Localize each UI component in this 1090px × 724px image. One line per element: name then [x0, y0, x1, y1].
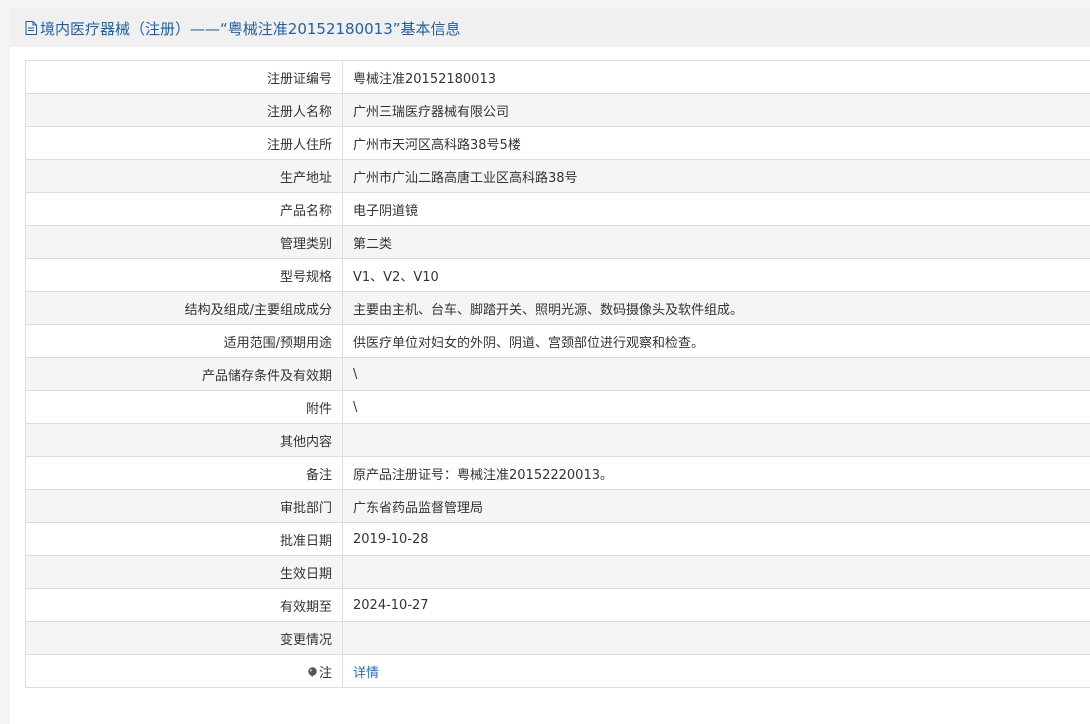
table-row: 其他内容 [25, 423, 1090, 457]
field-value: 第二类 [342, 225, 1090, 259]
table-row: 批准日期 2019-10-28 [25, 522, 1090, 556]
table-row: 备注 原产品注册证号：粤械注准20152220013。 [25, 456, 1090, 490]
table-row: 附件 \ [25, 390, 1090, 424]
field-label: 变更情况 [25, 621, 343, 655]
field-value: 广州三瑞医疗器械有限公司 [342, 93, 1090, 127]
field-value: \ [342, 390, 1090, 424]
field-value: 主要由主机、台车、脚踏开关、照明光源、数码摄像头及软件组成。 [342, 291, 1090, 325]
field-label: 附件 [25, 390, 343, 424]
field-value: 原产品注册证号：粤械注准20152220013。 [342, 456, 1090, 490]
info-panel: 注册证编号 粤械注准20152180013 注册人名称 广州三瑞医疗器械有限公司 注册人… [10, 47, 1090, 724]
table-row: 变更情况 [25, 621, 1090, 655]
field-value: 广州市广汕二路高唐工业区高科路38号 [342, 159, 1090, 193]
field-value: 广东省药品监督管理局 [342, 489, 1090, 523]
table-row: 有效期至 2024-10-27 [25, 588, 1090, 622]
note-value-cell: 详情 [342, 654, 1090, 688]
field-label: 产品储存条件及有效期 [25, 357, 343, 391]
field-label: 备注 [25, 456, 343, 490]
field-value [342, 555, 1090, 589]
field-value [342, 423, 1090, 457]
field-value: V1、V2、V10 [342, 258, 1090, 292]
field-label: 注册人住所 [25, 126, 343, 160]
field-value: 广州市天河区高科路38号5楼 [342, 126, 1090, 160]
table-row: 管理类别 第二类 [25, 225, 1090, 259]
details-link[interactable]: 详情 [353, 666, 379, 681]
page-title: 境内医疗器械（注册）——“粤械注准20152180013”基本信息 [40, 19, 461, 38]
table-row: 型号规格 V1、V2、V10 [25, 258, 1090, 292]
field-label: 适用范围/预期用途 [25, 324, 343, 358]
field-value: 电子阴道镜 [342, 192, 1090, 226]
table-row: 注册证编号 粤械注准20152180013 [25, 60, 1090, 94]
table-row: 生产地址 广州市广汕二路高唐工业区高科路38号 [25, 159, 1090, 193]
field-value: 2024-10-27 [342, 588, 1090, 622]
field-label: 生效日期 [25, 555, 343, 589]
field-value: \ [342, 357, 1090, 391]
table-row: 产品储存条件及有效期 \ [25, 357, 1090, 391]
document-icon [25, 21, 37, 35]
field-label: 管理类别 [25, 225, 343, 259]
field-label: 型号规格 [25, 258, 343, 292]
field-label: 注册证编号 [25, 60, 343, 94]
field-label: 注册人名称 [25, 93, 343, 127]
field-value: 供医疗单位对妇女的外阴、阴道、宫颈部位进行观察和检查。 [342, 324, 1090, 358]
table-row: 注册人名称 广州三瑞医疗器械有限公司 [25, 93, 1090, 127]
note-label-cell: 注 [25, 654, 343, 688]
field-value: 粤械注准20152180013 [342, 60, 1090, 94]
table-row: 适用范围/预期用途 供医疗单位对妇女的外阴、阴道、宫颈部位进行观察和检查。 [25, 324, 1090, 358]
note-label: 注 [318, 665, 332, 681]
field-label: 产品名称 [25, 192, 343, 226]
table-row: 产品名称 电子阴道镜 [25, 192, 1090, 226]
field-label: 其他内容 [25, 423, 343, 457]
field-label: 结构及组成/主要组成成分 [25, 291, 343, 325]
table-row: 注册人住所 广州市天河区高科路38号5楼 [25, 126, 1090, 160]
field-label: 有效期至 [25, 588, 343, 622]
table-row: 审批部门 广东省药品监督管理局 [25, 489, 1090, 523]
table-row-note: 注 详情 [25, 654, 1090, 688]
field-label: 批准日期 [25, 522, 343, 556]
table-row: 结构及组成/主要组成成分 主要由主机、台车、脚踏开关、照明光源、数码摄像头及软件组… [25, 291, 1090, 325]
comment-bubble-icon [307, 666, 318, 678]
info-table: 注册证编号 粤械注准20152180013 注册人名称 广州三瑞医疗器械有限公司 注册人… [25, 60, 1090, 688]
field-label: 审批部门 [25, 489, 343, 523]
table-row: 生效日期 [25, 555, 1090, 589]
field-value [342, 621, 1090, 655]
title-bar: 境内医疗器械（注册）——“粤械注准20152180013”基本信息 [10, 9, 1090, 47]
field-value: 2019-10-28 [342, 522, 1090, 556]
page: 境内医疗器械（注册）——“粤械注准20152180013”基本信息 注册证编号粤… [0, 0, 1090, 724]
field-label: 生产地址 [25, 159, 343, 193]
